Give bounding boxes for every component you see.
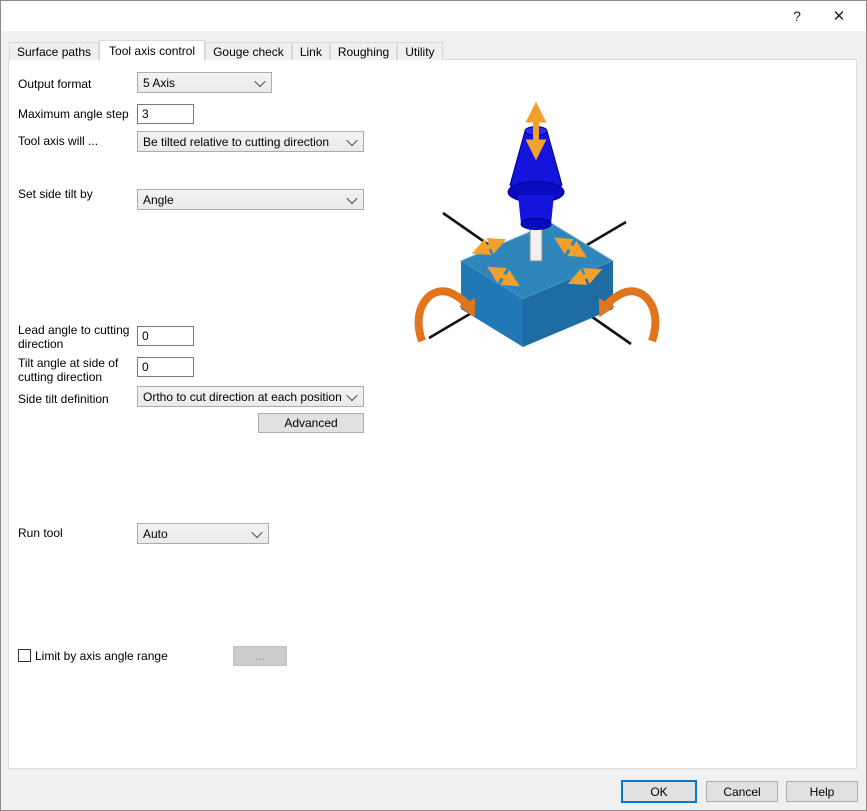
output-format-value: 5 Axis — [143, 76, 175, 90]
lead-angle-label: Lead angle to cutting direction — [18, 323, 134, 351]
tool-axis-will-label: Tool axis will ... — [18, 134, 98, 148]
output-format-label: Output format — [18, 77, 91, 91]
tilt-angle-label: Tilt angle at side of cutting direction — [18, 356, 134, 384]
five-axis-machine-illustration — [406, 89, 676, 359]
tabstrip: Surface paths Tool axis control Gouge ch… — [9, 40, 443, 60]
limit-axis-range-more-button[interactable]: ... — [233, 646, 287, 666]
set-side-tilt-by-value: Angle — [143, 193, 174, 207]
rotary-arrow-right — [602, 291, 655, 341]
tool-axis-control-dialog: ? ✕ Surface paths Tool axis control Goug… — [0, 0, 867, 811]
tool-axis-will-select[interactable]: Be tilted relative to cutting direction — [137, 131, 364, 152]
side-tilt-definition-value: Ortho to cut direction at each position — [143, 390, 342, 404]
side-tilt-definition-label: Side tilt definition — [18, 392, 109, 406]
tool-axis-will-value: Be tilted relative to cutting direction — [143, 135, 329, 149]
tilt-angle-input[interactable] — [137, 357, 194, 377]
ok-button[interactable]: OK — [621, 780, 697, 803]
close-icon[interactable]: ✕ — [822, 4, 856, 28]
run-tool-value: Auto — [143, 527, 168, 541]
tool-shank — [530, 225, 542, 261]
side-tilt-definition-select[interactable]: Ortho to cut direction at each position — [137, 386, 364, 407]
lead-angle-input[interactable] — [137, 326, 194, 346]
max-angle-step-label: Maximum angle step — [18, 107, 129, 121]
limit-axis-range-label: Limit by axis angle range — [35, 649, 168, 663]
tab-link[interactable]: Link — [292, 42, 330, 60]
set-side-tilt-by-label: Set side tilt by — [18, 187, 93, 201]
tab-gouge-check[interactable]: Gouge check — [205, 42, 292, 60]
output-format-select[interactable]: 5 Axis — [137, 72, 272, 93]
advanced-button[interactable]: Advanced — [258, 413, 364, 433]
help-button[interactable]: Help — [786, 781, 858, 802]
tab-surface-paths[interactable]: Surface paths — [9, 42, 99, 60]
chevron-down-icon — [346, 134, 357, 145]
chevron-down-icon — [346, 192, 357, 203]
help-icon[interactable]: ? — [780, 4, 814, 28]
titlebar: ? ✕ — [1, 1, 866, 31]
tab-roughing[interactable]: Roughing — [330, 42, 397, 60]
chevron-down-icon — [254, 75, 265, 86]
chevron-down-icon — [346, 389, 357, 400]
run-tool-label: Run tool — [18, 526, 63, 540]
cancel-button[interactable]: Cancel — [706, 781, 778, 802]
tab-utility[interactable]: Utility — [397, 42, 442, 60]
limit-axis-range-checkbox[interactable] — [18, 649, 31, 662]
max-angle-step-input[interactable] — [137, 104, 194, 124]
tab-tool-axis-control[interactable]: Tool axis control — [99, 40, 205, 61]
run-tool-select[interactable]: Auto — [137, 523, 269, 544]
chevron-down-icon — [251, 526, 262, 537]
set-side-tilt-by-select[interactable]: Angle — [137, 189, 364, 210]
